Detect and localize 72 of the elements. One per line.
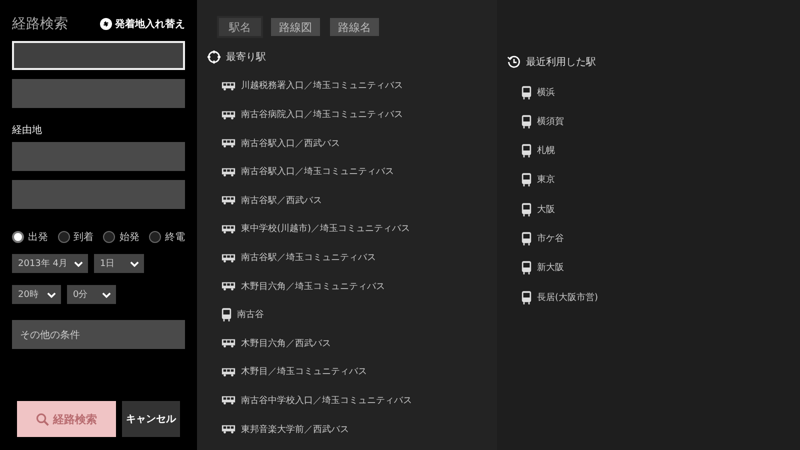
station-item[interactable]: 南古谷 [207, 307, 485, 322]
station-item[interactable]: 南古谷駅入口／埼玉コミュニティバス [207, 164, 485, 180]
station-item[interactable]: 横浜 [507, 84, 790, 100]
bus-icon [221, 166, 236, 177]
dropdown[interactable]: 2013年 4月 [12, 254, 88, 273]
dropdown[interactable]: 20時 [12, 285, 61, 304]
dropdown[interactable]: 0分 [67, 285, 116, 304]
train-icon [221, 307, 232, 322]
train-icon [521, 202, 532, 217]
bus-icon [221, 138, 236, 148]
search-icon [36, 412, 49, 426]
target-icon [207, 50, 221, 64]
station-item[interactable]: 札幌 [507, 142, 790, 159]
history-icon [507, 55, 521, 69]
input-field[interactable] [12, 180, 185, 209]
station-item[interactable]: 南古谷駅入口／西武バス [207, 135, 485, 151]
input-field[interactable] [12, 79, 185, 108]
station-item[interactable]: 木野目六角／埼玉コミュニティバス [207, 278, 485, 294]
train-icon [521, 260, 532, 276]
train-icon [521, 143, 532, 158]
via-label: 経由地 [12, 124, 43, 137]
bus-icon [221, 252, 236, 262]
tab[interactable]: 路線名 [330, 18, 379, 36]
swap-icon [100, 18, 112, 30]
train-icon [521, 114, 532, 129]
panel-title: 経路検索 [12, 15, 68, 33]
chevron-down-icon [102, 292, 111, 298]
bus-icon [221, 224, 236, 234]
section-heading: 最近利用した駅 [526, 56, 596, 69]
train-icon [521, 230, 532, 246]
tab[interactable]: 駅名 [219, 18, 261, 36]
radio-option[interactable]: 到着 [58, 230, 94, 244]
bus-icon [221, 80, 236, 91]
bus-icon [221, 424, 236, 434]
bus-icon [221, 366, 236, 377]
station-item[interactable]: 南古谷駅／西武バス [207, 192, 485, 208]
station-item[interactable]: 南古谷病院入口／埼玉コミュニティバス [207, 106, 485, 122]
station-item[interactable]: 南古谷駅／埼玉コミュニティバス [207, 250, 485, 266]
station-item[interactable]: 大阪 [507, 201, 790, 218]
bus-icon [221, 395, 236, 406]
radio-option[interactable]: 始発 [103, 230, 140, 244]
section-heading: 最寄り駅 [226, 50, 266, 64]
cancel-button[interactable]: キャンセル [122, 401, 180, 437]
chevron-down-icon [47, 292, 56, 298]
bus-icon [221, 110, 236, 120]
train-icon [521, 172, 532, 188]
input-field[interactable] [12, 41, 185, 70]
dropdown[interactable]: 1日 [94, 254, 144, 273]
station-item[interactable]: 木野目六角／西武バス [207, 336, 485, 351]
bus-icon [221, 338, 236, 348]
tab[interactable]: 路線図 [271, 18, 320, 36]
station-item[interactable]: 東中学校(川越市)／埼玉コミュニティバス [207, 221, 485, 237]
train-icon [521, 290, 532, 305]
station-item[interactable]: 新大阪 [507, 260, 790, 276]
station-item[interactable]: 横須賀 [507, 113, 790, 130]
station-item[interactable]: 木野目／埼玉コミュニティバス [207, 364, 485, 380]
station-item[interactable]: 長居(大阪市営) [507, 289, 790, 306]
radio-option[interactable]: 出発 [12, 230, 48, 244]
station-item[interactable]: 川越税務署入口／埼玉コミュニティバス [207, 78, 485, 94]
bus-icon [221, 281, 236, 292]
input-field[interactable] [12, 142, 185, 171]
train-icon [521, 84, 532, 100]
station-item[interactable]: 南古谷中学校入口／埼玉コミュニティバス [207, 392, 485, 408]
station-item[interactable]: 東京 [507, 172, 790, 188]
swap-button[interactable]: 発着地入れ替え [100, 17, 185, 31]
chevron-down-icon [130, 260, 139, 266]
radio-option[interactable]: 終電 [148, 230, 185, 244]
station-item[interactable]: 市ケ谷 [507, 230, 790, 246]
chevron-down-icon [74, 260, 83, 266]
bus-icon [221, 195, 236, 206]
other-conditions-button[interactable]: その他の条件 [12, 320, 185, 349]
station-item[interactable]: 東邦音楽大学前／西武バス [207, 421, 485, 437]
